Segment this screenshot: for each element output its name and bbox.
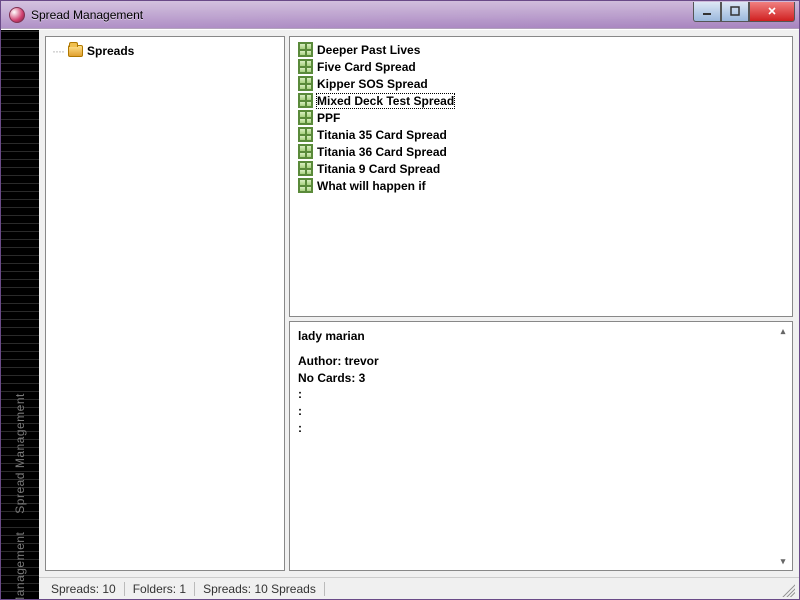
- status-folders: Folders: 1: [125, 582, 195, 596]
- resize-grip-icon[interactable]: [779, 581, 795, 597]
- list-item-label: Five Card Spread: [317, 60, 416, 74]
- spread-icon: [298, 76, 313, 91]
- status-summary: Spreads: 10 Spreads: [195, 582, 325, 596]
- list-item[interactable]: Mixed Deck Test Spread: [296, 92, 786, 109]
- tree-connector-icon: ····: [52, 44, 64, 58]
- app-icon: [9, 7, 25, 23]
- tree-root[interactable]: ···· Spreads: [50, 43, 280, 59]
- scroll-down-icon[interactable]: ▾: [776, 554, 790, 568]
- spread-icon: [298, 161, 313, 176]
- tree-inner: ···· Spreads: [46, 37, 284, 65]
- maximize-icon: [730, 6, 740, 16]
- tree-root-label: Spreads: [87, 44, 134, 58]
- details-extra-3: :: [298, 420, 784, 437]
- spread-icon: [298, 127, 313, 142]
- details-extra-1: :: [298, 386, 784, 403]
- maximize-button[interactable]: [721, 2, 749, 22]
- window-title: Spread Management: [31, 8, 143, 22]
- client-area: Spread Management Spread Management Spre…: [1, 29, 799, 599]
- spread-icon: [298, 178, 313, 193]
- details-cards: No Cards: 3: [298, 370, 784, 387]
- scroll-up-icon[interactable]: ▴: [776, 324, 790, 338]
- right-column: Deeper Past Lives Five Card Spread Kipper …: [289, 36, 793, 571]
- tree-panel[interactable]: ···· Spreads: [45, 36, 285, 571]
- side-strip-label-group: Spread Management Spread Management Spre…: [13, 393, 27, 599]
- list-item[interactable]: Deeper Past Lives: [296, 41, 786, 58]
- details-extra-2: :: [298, 403, 784, 420]
- details-author: Author: trevor: [298, 353, 784, 370]
- side-strip-label-2: Spread Management: [13, 532, 27, 599]
- list-item[interactable]: Titania 9 Card Spread: [296, 160, 786, 177]
- spread-list: Deeper Past Lives Five Card Spread Kipper …: [290, 37, 792, 198]
- spread-icon: [298, 144, 313, 159]
- spread-icon: [298, 93, 313, 108]
- status-bar: Spreads: 10 Folders: 1 Spreads: 10 Sprea…: [39, 577, 799, 599]
- list-item-label: What will happen if: [317, 179, 426, 193]
- list-item[interactable]: Kipper SOS Spread: [296, 75, 786, 92]
- titlebar[interactable]: Spread Management: [1, 1, 799, 29]
- list-item-label: Titania 35 Card Spread: [317, 128, 447, 142]
- spread-icon: [298, 42, 313, 57]
- details-panel[interactable]: ▴ lady marian Author: trevor No Cards: 3…: [289, 321, 793, 571]
- panes: ···· Spreads Deeper Past Lives Five Card …: [39, 30, 799, 577]
- list-item-label: Mixed Deck Test Spread: [317, 94, 454, 108]
- main-window: Spread Management Spread Management Spre…: [0, 0, 800, 600]
- folder-icon: [68, 45, 83, 57]
- status-spreads: Spreads: 10: [43, 582, 125, 596]
- list-item[interactable]: Titania 36 Card Spread: [296, 143, 786, 160]
- close-icon: [767, 6, 777, 16]
- minimize-button[interactable]: [693, 2, 721, 22]
- list-item-label: Deeper Past Lives: [317, 43, 420, 57]
- side-strip-label-3: Spread Management: [13, 393, 27, 514]
- list-item-label: Titania 36 Card Spread: [317, 145, 447, 159]
- list-item[interactable]: Titania 35 Card Spread: [296, 126, 786, 143]
- spread-list-panel[interactable]: Deeper Past Lives Five Card Spread Kipper …: [289, 36, 793, 317]
- list-item-label: PPF: [317, 111, 340, 125]
- list-item-label: Kipper SOS Spread: [317, 77, 428, 91]
- list-item[interactable]: PPF: [296, 109, 786, 126]
- minimize-icon: [702, 6, 712, 16]
- list-item[interactable]: Five Card Spread: [296, 58, 786, 75]
- list-item-label: Titania 9 Card Spread: [317, 162, 440, 176]
- spread-icon: [298, 59, 313, 74]
- details-name: lady marian: [298, 328, 784, 345]
- window-buttons: [693, 2, 795, 22]
- spacer: [298, 345, 784, 353]
- list-item[interactable]: What will happen if: [296, 177, 786, 194]
- work-area: ···· Spreads Deeper Past Lives Five Card …: [39, 30, 799, 599]
- spread-icon: [298, 110, 313, 125]
- close-button[interactable]: [749, 2, 795, 22]
- side-strip: Spread Management Spread Management Spre…: [1, 30, 39, 599]
